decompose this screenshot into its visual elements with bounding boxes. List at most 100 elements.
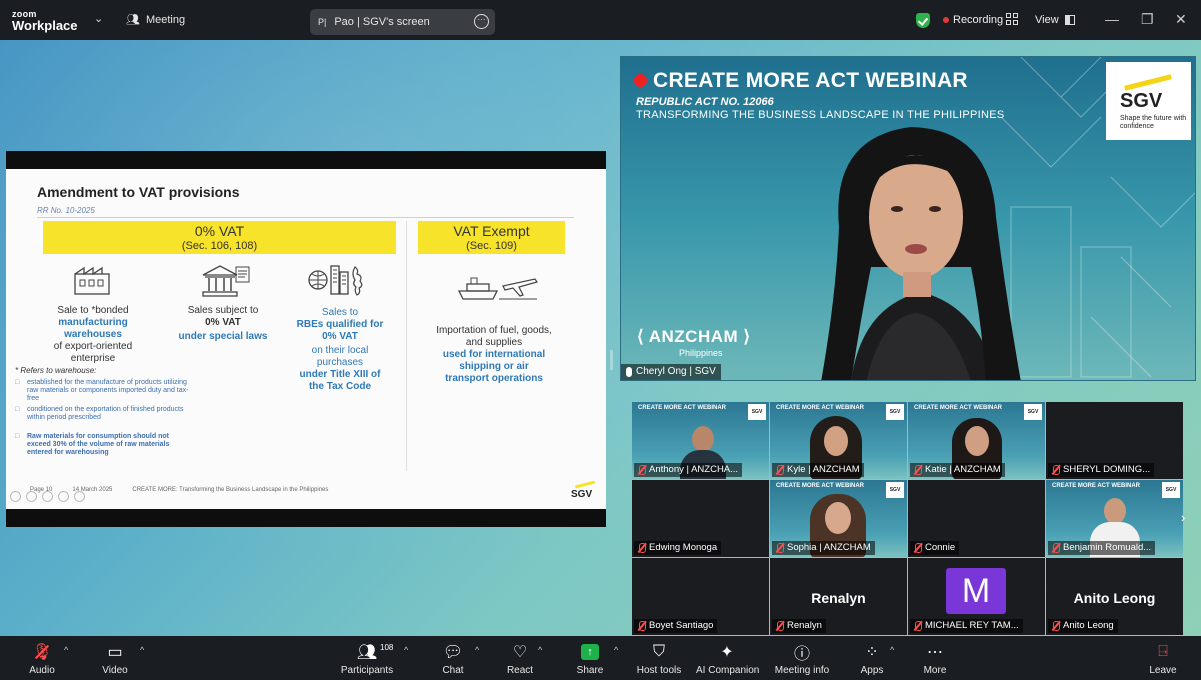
zero-vat-title: 0% VAT — [194, 223, 245, 239]
chevron-right-icon[interactable]: › — [1181, 510, 1185, 525]
share-button[interactable]: ↑ Share — [575, 642, 605, 676]
note-bullet-2: conditioned on the exportation of finish… — [15, 406, 190, 422]
participant-face — [825, 502, 851, 534]
speaker-name: Cheryl Ong | SGV — [636, 366, 716, 377]
gallery-grid-icon[interactable] — [1006, 13, 1018, 25]
apps-options-caret-icon[interactable]: ^ — [890, 645, 894, 655]
participant-name-tag: Boyet Santiago — [634, 619, 718, 633]
participant-tile[interactable]: Edwing Monoga — [632, 480, 769, 557]
video-options-caret-icon[interactable]: ^ — [140, 645, 144, 655]
tile-sgv-logo: SGV — [886, 482, 904, 498]
anzcham-logo: ⟨ ANZCHAM ⟩ Philippines — [637, 327, 751, 358]
chevron-down-icon[interactable]: ⌄ — [94, 12, 103, 25]
participant-name: Edwing Monoga — [649, 542, 718, 553]
recording-indicator[interactable]: Recording — [943, 14, 1003, 26]
participant-tile[interactable]: CREATE MORE ACT WEBINAR SGV Katie | ANZC… — [908, 402, 1045, 479]
participant-tile[interactable]: CREATE MORE ACT WEBINAR SGV Benjamin Rom… — [1046, 480, 1183, 557]
participants-options-caret-icon[interactable]: ^ — [404, 645, 408, 655]
speaker-video[interactable]: CREATE MORE ACT WEBINAR REPUBLIC ACT NO.… — [620, 56, 1196, 381]
col-special-laws: Sales subject to 0% VAT under special la… — [178, 305, 268, 343]
warehouse-note: * Refers to warehouse: — [15, 366, 97, 375]
share-screen-icon: ↑ — [575, 642, 605, 662]
participant-tile[interactable]: Boyet Santiago — [632, 558, 769, 635]
sgv-logo-text: SGV — [1120, 90, 1163, 112]
react-button[interactable]: ♡ React — [505, 642, 535, 676]
screen-icon: P| — [318, 17, 327, 27]
anzcham-name: ANZCHAM — [648, 327, 739, 346]
close-icon[interactable]: ✕ — [1175, 11, 1187, 28]
tile-sgv-logo: SGV — [886, 404, 904, 420]
chat-label: Chat — [442, 665, 464, 676]
meeting-button[interactable]: 👥︎ Meeting — [126, 13, 185, 27]
mic-muted-icon — [776, 465, 784, 475]
chat-options-caret-icon[interactable]: ^ — [475, 645, 479, 655]
sparkle-icon: ✦ — [720, 644, 734, 661]
mic-muted-icon — [914, 543, 922, 553]
participants-count-badge: 108 — [380, 643, 394, 652]
leave-button[interactable]: ⍈ Leave — [1148, 642, 1178, 676]
view-button[interactable]: View — [1035, 14, 1075, 26]
share-options-caret-icon[interactable]: ^ — [614, 645, 618, 655]
slide: Amendment to VAT provisions RR No. 10-20… — [6, 169, 606, 509]
participant-tile[interactable]: Anito Leong Anito Leong — [1046, 558, 1183, 635]
participant-tile[interactable]: SHERYL DOMING... — [1046, 402, 1183, 479]
vat-exempt-section: (Sec. 109) — [466, 240, 517, 252]
shield-check-icon[interactable] — [916, 13, 930, 28]
chat-button[interactable]: 💬︎ Chat — [440, 642, 466, 676]
chat-icon: 💬︎ — [442, 644, 464, 661]
restore-icon[interactable]: ❐ — [1141, 11, 1154, 28]
tile-sgv-logo: SGV — [1162, 482, 1180, 498]
mic-muted-icon — [1052, 621, 1060, 631]
more-button[interactable]: ⋯ More — [920, 642, 950, 676]
layout-splitter[interactable] — [610, 350, 613, 370]
anzcham-subtitle: Philippines — [679, 348, 723, 358]
shield-icon: ⛉ — [652, 643, 665, 660]
video-button[interactable]: ▭ Video — [100, 642, 130, 676]
ship-airplane-icon — [457, 277, 538, 300]
audio-button[interactable]: 🎙︎ Audio — [27, 642, 57, 676]
slide-grid-icon[interactable] — [74, 491, 85, 502]
col3-line-c: on their local purchases — [311, 345, 369, 368]
speaker-person — [821, 127, 1021, 380]
zoom-slide-icon[interactable] — [58, 491, 69, 502]
prev-slide-icon[interactable] — [10, 491, 21, 502]
participant-name-tag: Sophia | ANZCHAM — [772, 541, 875, 555]
participant-name: Anthony | ANZCHA... — [649, 464, 739, 475]
more-options-icon[interactable]: ··· — [474, 14, 489, 29]
pen-icon[interactable] — [42, 491, 53, 502]
shared-screen[interactable]: Amendment to VAT provisions RR No. 10-20… — [6, 151, 606, 527]
participant-name-tag: Edwing Monoga — [634, 541, 722, 555]
apps-button[interactable]: ⁘ Apps — [858, 642, 886, 676]
participant-name-tag: Kyle | ANZCHAM — [772, 463, 864, 477]
mic-muted-icon — [638, 621, 646, 631]
speaker-name-tag: Cheryl Ong | SGV — [621, 364, 721, 380]
next-slide-icon[interactable] — [26, 491, 37, 502]
participant-name: Sophia | ANZCHAM — [787, 542, 871, 553]
webinar-subtitle-act: REPUBLIC ACT NO. 12066 — [636, 96, 774, 108]
participant-tile[interactable]: Renalyn Renalyn — [770, 558, 907, 635]
mic-muted-icon — [914, 465, 922, 475]
participant-tile[interactable]: CREATE MORE ACT WEBINAR SGV Anthony | AN… — [632, 402, 769, 479]
participant-tile[interactable]: CREATE MORE ACT WEBINAR SGV Kyle | ANZCH… — [770, 402, 907, 479]
participant-name: Anito Leong — [1063, 620, 1114, 631]
host-tools-button[interactable]: ⛉ Host tools — [636, 642, 682, 676]
react-options-caret-icon[interactable]: ^ — [538, 645, 542, 655]
participant-tile[interactable]: CREATE MORE ACT WEBINAR SGV Sophia | ANZ… — [770, 480, 907, 557]
meeting-toolbar: 🎙︎ Audio ^ ▭ Video ^ 👥︎ Participants 108… — [0, 636, 1201, 680]
col3-line-d: under Title XIII of the Tax Code — [299, 369, 381, 392]
participant-tile[interactable]: Connie — [908, 480, 1045, 557]
slide-controls[interactable] — [10, 491, 85, 502]
audio-options-caret-icon[interactable]: ^ — [64, 645, 68, 655]
minimize-icon[interactable]: — — [1105, 11, 1119, 27]
sgv-yellow-bar — [1124, 74, 1172, 91]
participant-name-tag: Katie | ANZCHAM — [910, 463, 1005, 477]
col-rbes: Sales to RBEs qualified for 0% VAT on th… — [294, 307, 386, 393]
webinar-title-text: CREATE MORE ACT WEBINAR — [653, 69, 968, 92]
slide-title: Amendment to VAT provisions — [37, 184, 240, 200]
zero-vat-header: 0% VAT (Sec. 106, 108) — [43, 221, 396, 254]
participant-tile[interactable]: M MICHAEL REY TAM... — [908, 558, 1045, 635]
col1-line-b: manufacturing warehouses — [58, 317, 128, 340]
meeting-info-button[interactable]: ⓘ Meeting info — [772, 642, 832, 676]
ai-companion-button[interactable]: ✦ AI Companion — [696, 642, 759, 676]
screen-share-pill[interactable]: P| Pao | SGV's screen ··· — [310, 9, 495, 35]
